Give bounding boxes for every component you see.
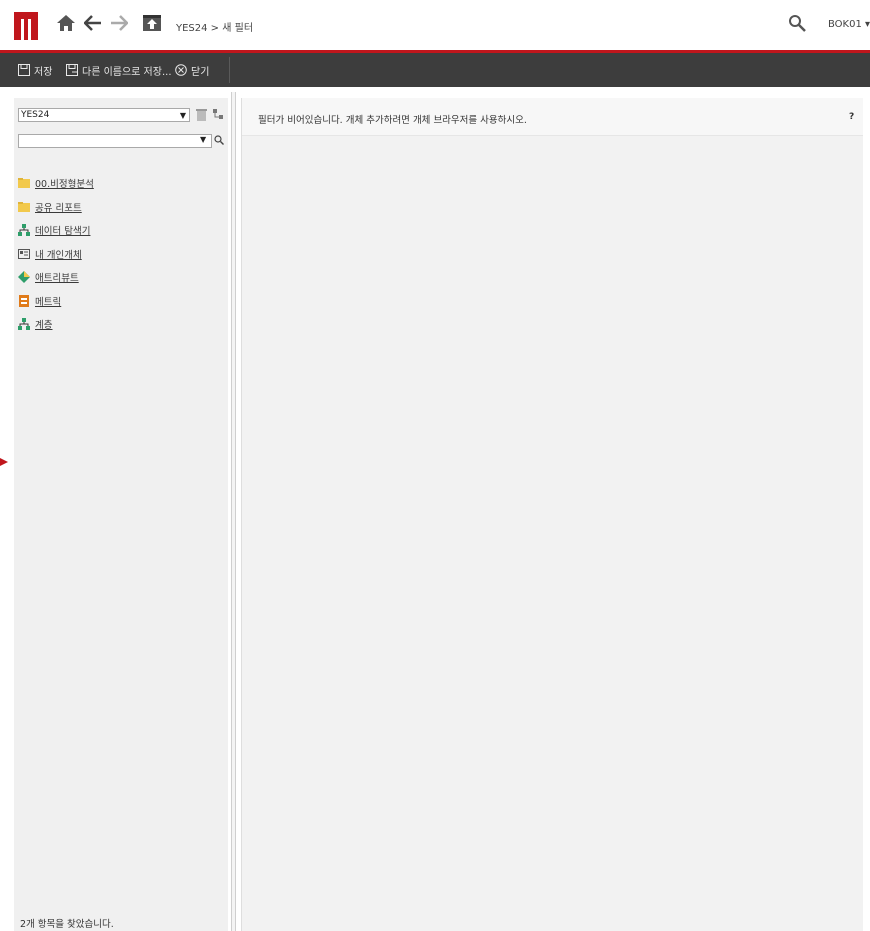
search-icon[interactable] [788,14,806,32]
tree-item-label: 00.비정형분석 [35,179,94,190]
save-as-button[interactable]: 다른 이름으로 저장... [66,61,172,79]
close-icon [175,64,187,76]
microstrategy-logo[interactable] [14,12,38,40]
help-button[interactable]: ? [849,112,854,122]
delete-icon[interactable] [196,109,207,121]
save-icon [18,64,30,76]
tree-view-icon[interactable] [213,109,225,121]
results-count-status: 2개 항목을 찾았습니다. [20,919,114,930]
dropdown-arrow-icon: ▼ [179,111,186,120]
toolbar-divider [229,57,230,83]
breadcrumb: YES24 > 새 필터 [176,23,254,34]
editor-toolbar: 저장 다른 이름으로 저장... 닫기 [0,53,870,87]
pointer-arrow-icon [0,458,8,466]
hierarchy-icon [18,318,30,330]
empty-filter-message: 필터가 비어있습니다. 개체 추가하려면 개체 브라우저를 사용하시오. [258,115,527,126]
tree-item[interactable]: 메트릭 [18,294,94,308]
search-icon[interactable] [214,135,224,145]
folder-icon [18,178,30,188]
tree-item-label: 데이터 탐색기 [35,226,91,237]
tree-item-label: 메트릭 [35,296,62,308]
save-label: 저장 [34,66,53,78]
home-icon[interactable] [56,12,76,34]
forward-arrow-icon[interactable] [110,12,128,34]
panel-icons [196,109,225,121]
project-select[interactable]: YES24 ▼ [18,108,190,122]
tree-item-label: 애트리뷰트 [35,273,79,284]
close-button[interactable]: 닫기 [175,61,209,79]
save-as-icon [66,64,78,76]
user-menu[interactable]: BOK01 ▾ [828,19,870,30]
filter-definition-header: 필터가 비어있습니다. 개체 추가하려면 개체 브라우저를 사용하시오. ? [242,98,863,136]
tree-item[interactable]: 애트리뷰트 [18,270,94,284]
filter-editor-panel: 필터가 비어있습니다. 개체 추가하려면 개체 브라우저를 사용하시오. ? [241,98,863,931]
tree-item-label: 공유 리포트 [35,202,82,214]
object-search-input[interactable] [18,134,212,148]
up-folder-icon[interactable] [142,12,162,34]
attribute-icon [18,271,30,283]
tree-item-label: 계층 [35,320,53,331]
project-select-value: YES24 [21,110,50,120]
tree-item[interactable]: 내 개인개체 [18,247,94,261]
save-as-label: 다른 이름으로 저장... [82,66,172,78]
tree-item[interactable]: 공유 리포트 [18,200,94,214]
panel-splitter-handle[interactable] [231,92,236,931]
folder-icon [18,201,30,212]
hierarchy-icon [18,224,30,236]
metric-icon [19,294,29,307]
tree-item[interactable]: 00.비정형분석 [18,176,94,190]
tree-item-label: 내 개인개체 [35,249,82,261]
object-tree: 00.비정형분석 공유 리포트 데이터 탐색기 내 개인개체 애트리뷰트 메트릭… [18,176,94,341]
top-navigation-bar: YES24 > 새 필터 BOK01 ▾ [0,0,870,53]
close-label: 닫기 [191,66,210,78]
save-button[interactable]: 저장 [18,61,52,79]
search-dropdown-arrow-icon[interactable]: ▼ [200,135,206,144]
tree-item[interactable]: 계층 [18,317,94,331]
back-arrow-icon[interactable] [84,12,102,34]
personal-objects-icon [18,248,30,259]
tree-item[interactable]: 데이터 탐색기 [18,223,94,237]
